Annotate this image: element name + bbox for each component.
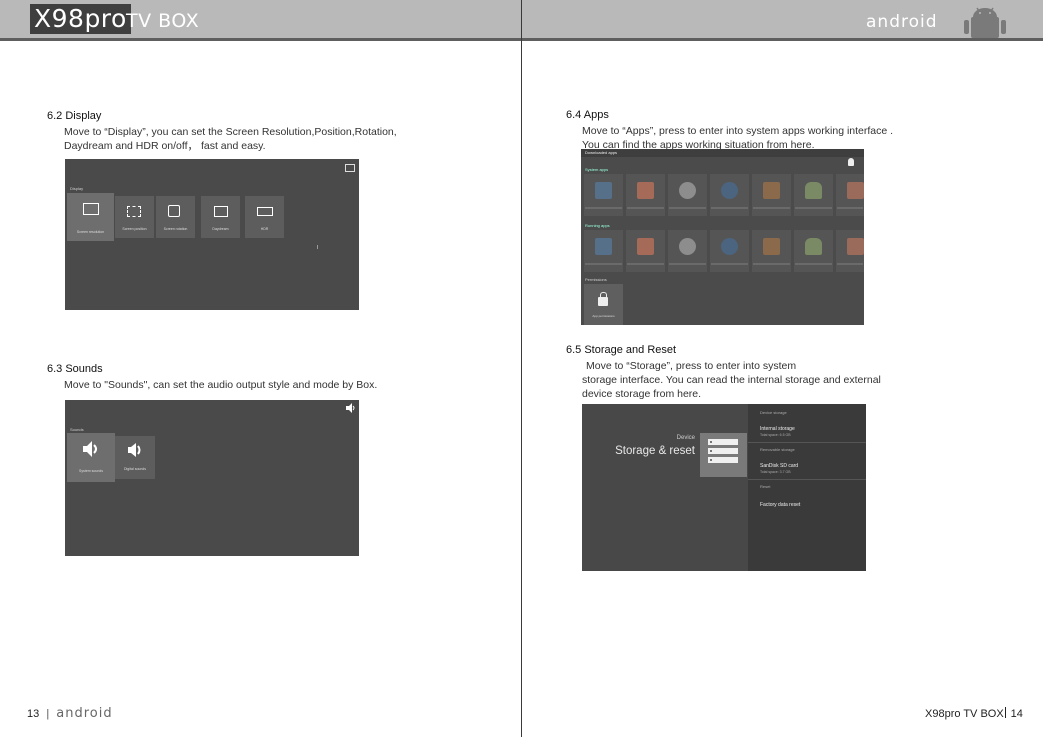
sounds-section-body: Move to "Sounds", can set the audio outp… [64, 379, 378, 391]
permissions-label: Permissions [585, 277, 607, 282]
tile-hdr[interactable]: HDR [245, 196, 284, 238]
apps-screen-header: Downloaded apps [585, 150, 618, 155]
app-icon [595, 182, 612, 199]
storage-right-panel: Device storage Internal storage Total sp… [748, 404, 866, 571]
lock-icon [598, 297, 608, 306]
app-tile[interactable] [626, 230, 665, 272]
app-tile[interactable] [584, 230, 623, 272]
app-tile[interactable] [794, 230, 833, 272]
android-robot-icon [848, 158, 854, 166]
speaker-icon [128, 443, 141, 457]
brand-logo: X98pro [30, 4, 131, 34]
storage-screen: Device Storage & reset Device storage In… [582, 404, 866, 571]
app-tile[interactable] [584, 174, 623, 216]
app-tile[interactable] [710, 174, 749, 216]
footer-left: 13 | android [27, 706, 113, 721]
sounds-section-title: 6.3 Sounds [47, 363, 103, 375]
app-tile[interactable] [626, 174, 665, 216]
apps-screen: Downloaded apps System apps Running apps… [581, 149, 864, 325]
brand-suffix: TV BOX [126, 10, 200, 32]
factory-reset-item[interactable]: Factory data reset [760, 502, 800, 508]
storage-icon [708, 439, 738, 445]
tile-screen-rotation[interactable]: Screen rotation [156, 196, 195, 238]
footer-right: X98pro TV BOX 14 [925, 707, 1023, 720]
display-icon [83, 203, 99, 215]
app-tile[interactable] [836, 230, 864, 272]
android-wordmark-footer: android [56, 706, 113, 721]
app-icon [679, 238, 696, 255]
app-icon [637, 182, 654, 199]
app-tile[interactable] [794, 174, 833, 216]
storage-icon-tile [700, 433, 747, 477]
rotation-icon [168, 205, 180, 217]
app-icon [679, 182, 696, 199]
internal-storage-item[interactable]: Internal storage Total space: 6.5 GB [748, 421, 866, 443]
storage-section-title: 6.5 Storage and Reset [566, 344, 677, 356]
app-tile[interactable] [668, 174, 707, 216]
display-section-title: 6.2 Display [47, 110, 102, 122]
app-icon [595, 238, 612, 255]
speaker-icon [83, 441, 97, 457]
tile-screen-resolution[interactable]: Screen resolution [67, 193, 114, 241]
cursor-icon [317, 245, 321, 249]
app-icon [805, 238, 822, 255]
app-tile[interactable] [752, 174, 791, 216]
app-icon [637, 238, 654, 255]
sd-card-item[interactable]: SanDisk SD card Total space: 3.7 GB [748, 458, 866, 480]
app-tile[interactable] [836, 174, 864, 216]
page-number-right: 14 [1010, 708, 1023, 720]
page-divider [521, 0, 522, 737]
app-tile[interactable] [710, 230, 749, 272]
app-icon [721, 182, 738, 199]
tile-system-sounds[interactable]: System sounds [67, 433, 115, 482]
running-apps-label: Running apps [585, 223, 610, 228]
app-tile[interactable] [752, 230, 791, 272]
app-icon [847, 182, 864, 199]
display-corner-icon [345, 164, 355, 172]
hdr-icon [257, 207, 273, 216]
device-label: Device [676, 435, 695, 441]
display-section-body: Move to “Display”, you can set the Scree… [64, 126, 397, 152]
app-icon [805, 182, 822, 199]
tile-digital-sounds[interactable]: Digital sounds [115, 436, 155, 479]
display-screen-label: Display [70, 186, 84, 191]
sounds-screen-label: Sounds [70, 427, 84, 432]
app-icon [847, 238, 864, 255]
tile-screen-position[interactable]: Screen position [115, 196, 154, 238]
footer-brand: X98pro TV BOX [925, 708, 1004, 720]
display-screen: Display Screen resolution Screen positio… [65, 159, 359, 310]
android-wordmark: android [866, 12, 938, 32]
speaker-icon [346, 403, 355, 413]
daydream-icon [214, 206, 228, 217]
sounds-screen: Sounds System sounds Digital sounds [65, 400, 359, 556]
app-permissions-tile[interactable]: App permissions [584, 284, 623, 325]
apps-section-body: Move to “Apps”, press to enter into syst… [582, 125, 894, 151]
storage-reset-title: Storage & reset [615, 445, 695, 457]
system-apps-label: System apps [585, 167, 609, 172]
app-tile[interactable] [668, 230, 707, 272]
app-icon [721, 238, 738, 255]
position-icon [127, 206, 141, 217]
page-number-left: 13 [27, 708, 40, 720]
app-icon [763, 182, 780, 199]
storage-section-body: Move to “Storage”, press to enter into s… [582, 360, 881, 400]
android-robot-icon [964, 7, 1006, 38]
apps-section-title: 6.4 Apps [566, 109, 609, 121]
app-icon [763, 238, 780, 255]
tile-daydream[interactable]: Daydream [201, 196, 240, 238]
